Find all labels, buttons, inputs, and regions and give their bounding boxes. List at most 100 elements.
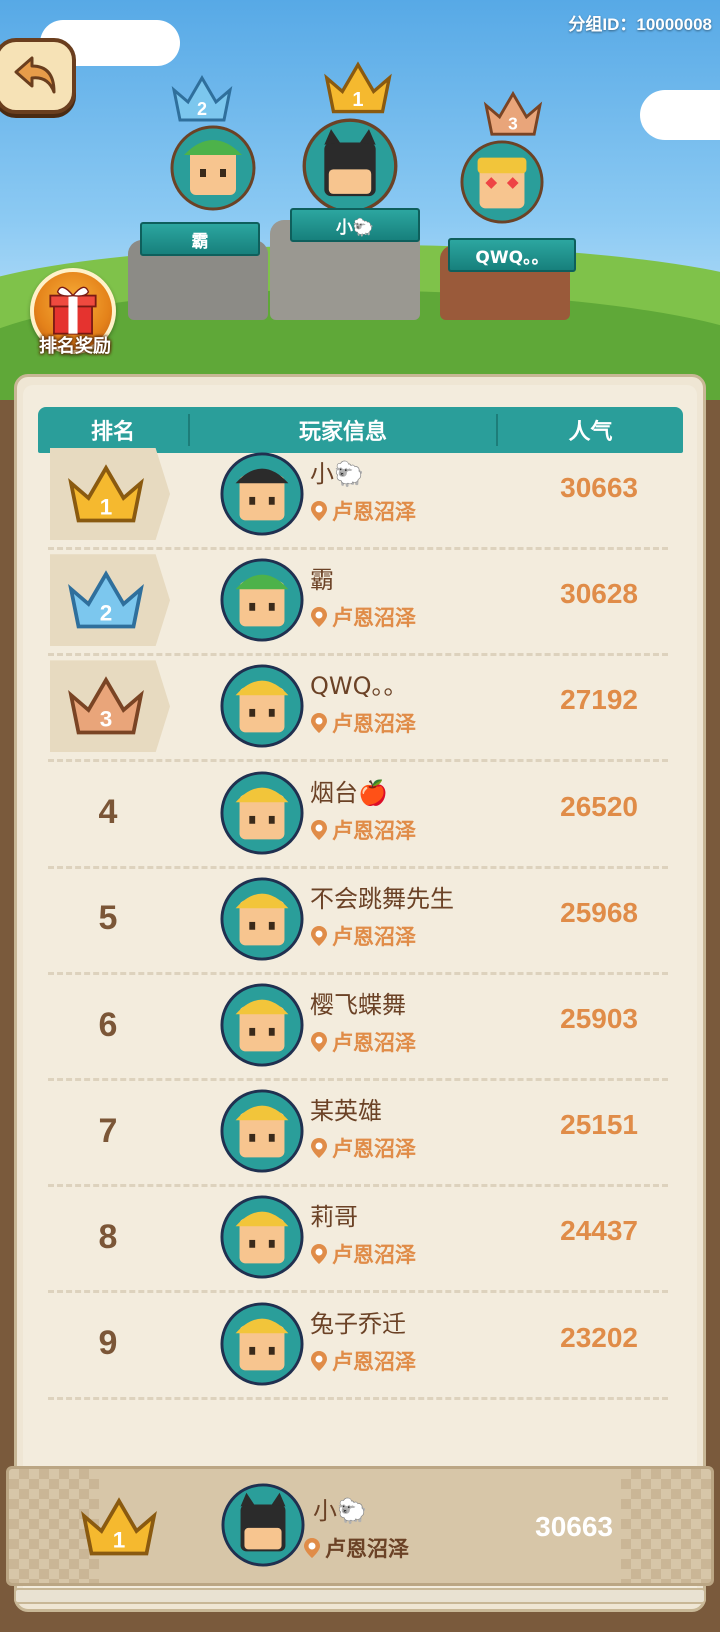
rank-number: 5 xyxy=(98,899,118,938)
table-row[interactable]: 2 霸 卢恩沼泽 30628 xyxy=(48,550,668,657)
back-button[interactable] xyxy=(0,38,76,114)
column-popularity: 人气 xyxy=(568,420,613,445)
player-name: 不会跳舞先生 xyxy=(310,884,454,913)
column-rank: 排名 xyxy=(38,414,190,446)
location-pin-icon xyxy=(311,1244,327,1265)
player-avatar[interactable] xyxy=(220,983,304,1067)
table-row[interactable]: 9 兔子乔迁 卢恩沼泽 23202 xyxy=(48,1294,668,1400)
gold-crown-icon: 1 xyxy=(324,61,392,114)
panel-bottom-strip xyxy=(14,1588,706,1604)
location-text: 卢恩沼泽 xyxy=(332,1137,416,1162)
my-player-name: 小🐑 xyxy=(313,1497,367,1525)
table-row[interactable]: 4 烟台🍎 卢恩沼泽 26520 xyxy=(48,763,668,869)
svg-text:3: 3 xyxy=(508,113,518,133)
table-row[interactable]: 6 樱飞蝶舞 卢恩沼泽 25903 xyxy=(48,975,668,1081)
location-pin-icon xyxy=(311,607,327,628)
location-pin-icon xyxy=(311,501,327,521)
player-avatar[interactable] xyxy=(220,1302,304,1386)
player-avatar[interactable] xyxy=(220,558,304,642)
podium-avatar-1[interactable] xyxy=(302,118,398,214)
table-row[interactable]: 8 莉哥 卢恩沼泽 24437 xyxy=(48,1187,668,1294)
player-avatar[interactable] xyxy=(220,452,304,536)
group-id: 分组ID：10000008 xyxy=(568,15,712,34)
my-player-location: 卢恩沼泽 xyxy=(303,1533,409,1563)
player-name: 小🐑 xyxy=(310,460,364,488)
location-text: 卢恩沼泽 xyxy=(332,818,416,843)
location-text: 卢恩沼泽 xyxy=(332,924,416,949)
player-location: 卢恩沼泽 xyxy=(310,921,416,951)
table-row[interactable]: 7 某英雄 卢恩沼泽 25151 xyxy=(48,1081,668,1188)
bronze-crown-icon: 3 xyxy=(483,90,543,136)
rank-number: 7 xyxy=(98,1111,118,1150)
location-text: 卢恩沼泽 xyxy=(332,712,416,737)
svg-text:3: 3 xyxy=(100,707,113,732)
player-avatar[interactable] xyxy=(220,877,304,961)
player-location: 卢恩沼泽 xyxy=(310,1133,416,1163)
rank-number: 4 xyxy=(98,793,118,832)
player-avatar[interactable] xyxy=(220,771,304,855)
player-location: 卢恩沼泽 xyxy=(310,1346,416,1376)
location-pin-icon xyxy=(311,1350,327,1371)
location-pin-icon xyxy=(311,925,327,946)
table-row[interactable]: 1 小🐑 卢恩沼泽 30663 xyxy=(48,444,668,550)
my-popularity: 30663 xyxy=(535,1511,613,1542)
podium-name-1: 小🐑 xyxy=(290,208,420,242)
my-rank-row[interactable]: 1 小🐑 卢恩沼泽 30663 xyxy=(6,1466,714,1586)
popularity-value: 25151 xyxy=(560,1109,638,1141)
player-name: 兔子乔迁 xyxy=(310,1309,406,1338)
svg-text:1: 1 xyxy=(352,89,363,111)
player-avatar[interactable] xyxy=(220,1195,304,1279)
rank-number: 6 xyxy=(98,1005,118,1044)
player-name: 樱飞蝶舞 xyxy=(310,991,406,1019)
rank-crown-icon: 2 xyxy=(68,570,144,629)
location-pin-icon xyxy=(304,1538,320,1558)
rank-number: 8 xyxy=(98,1217,118,1256)
row-divider xyxy=(48,1396,668,1400)
rank-number: 9 xyxy=(98,1324,118,1363)
column-player-info: 玩家信息 xyxy=(190,414,498,446)
player-avatar[interactable] xyxy=(220,1089,304,1173)
player-name: 某英雄 xyxy=(310,1097,382,1126)
player-name: 莉哥 xyxy=(310,1203,358,1232)
player-location: 卢恩沼泽 xyxy=(310,602,416,632)
svg-text:2: 2 xyxy=(100,600,113,625)
player-location: 卢恩沼泽 xyxy=(310,708,416,738)
player-name: QWQ。。 xyxy=(310,672,408,701)
svg-text:1: 1 xyxy=(100,494,113,519)
popularity-value: 25903 xyxy=(560,1003,638,1034)
podium-avatar-3[interactable] xyxy=(460,140,544,224)
silver-crown-icon: 2 xyxy=(171,75,233,122)
location-pin-icon xyxy=(311,1032,327,1052)
table-row[interactable]: 5 不会跳舞先生 卢恩沼泽 25968 xyxy=(48,869,668,975)
player-name: 霸 xyxy=(310,566,334,595)
location-pin-icon xyxy=(311,819,327,840)
back-arrow-icon xyxy=(14,56,56,94)
location-text: 卢恩沼泽 xyxy=(332,606,416,631)
popularity-value: 25968 xyxy=(560,896,638,928)
popularity-value: 26520 xyxy=(560,790,638,822)
popularity-value: 30628 xyxy=(560,578,638,610)
podium-avatar-2[interactable] xyxy=(170,125,256,211)
my-location-text: 卢恩沼泽 xyxy=(325,1537,409,1561)
popularity-value: 27192 xyxy=(560,684,638,716)
popularity-value: 24437 xyxy=(560,1215,638,1247)
popularity-value: 30663 xyxy=(560,472,638,503)
player-location: 卢恩沼泽 xyxy=(310,496,416,526)
player-location: 卢恩沼泽 xyxy=(310,815,416,845)
gold-crown-icon: 1 xyxy=(81,1497,157,1556)
location-pin-icon xyxy=(311,1138,327,1159)
svg-text:2: 2 xyxy=(197,99,207,119)
cloud xyxy=(640,90,720,140)
podium-name-2: 霸 xyxy=(140,222,260,256)
player-name: 烟台🍎 xyxy=(310,778,388,807)
location-text: 卢恩沼泽 xyxy=(332,1243,416,1268)
player-avatar[interactable] xyxy=(220,664,304,748)
rank-crown-icon: 3 xyxy=(68,676,144,735)
rank-crown-icon: 1 xyxy=(68,464,144,523)
my-avatar[interactable] xyxy=(221,1483,305,1567)
table-row[interactable]: 3 QWQ。。 卢恩沼泽 27192 xyxy=(48,656,668,763)
location-text: 卢恩沼泽 xyxy=(332,1349,416,1374)
rank-reward-label: 排名奖励 xyxy=(39,336,111,357)
popularity-value: 23202 xyxy=(560,1321,638,1353)
location-text: 卢恩沼泽 xyxy=(332,500,416,524)
